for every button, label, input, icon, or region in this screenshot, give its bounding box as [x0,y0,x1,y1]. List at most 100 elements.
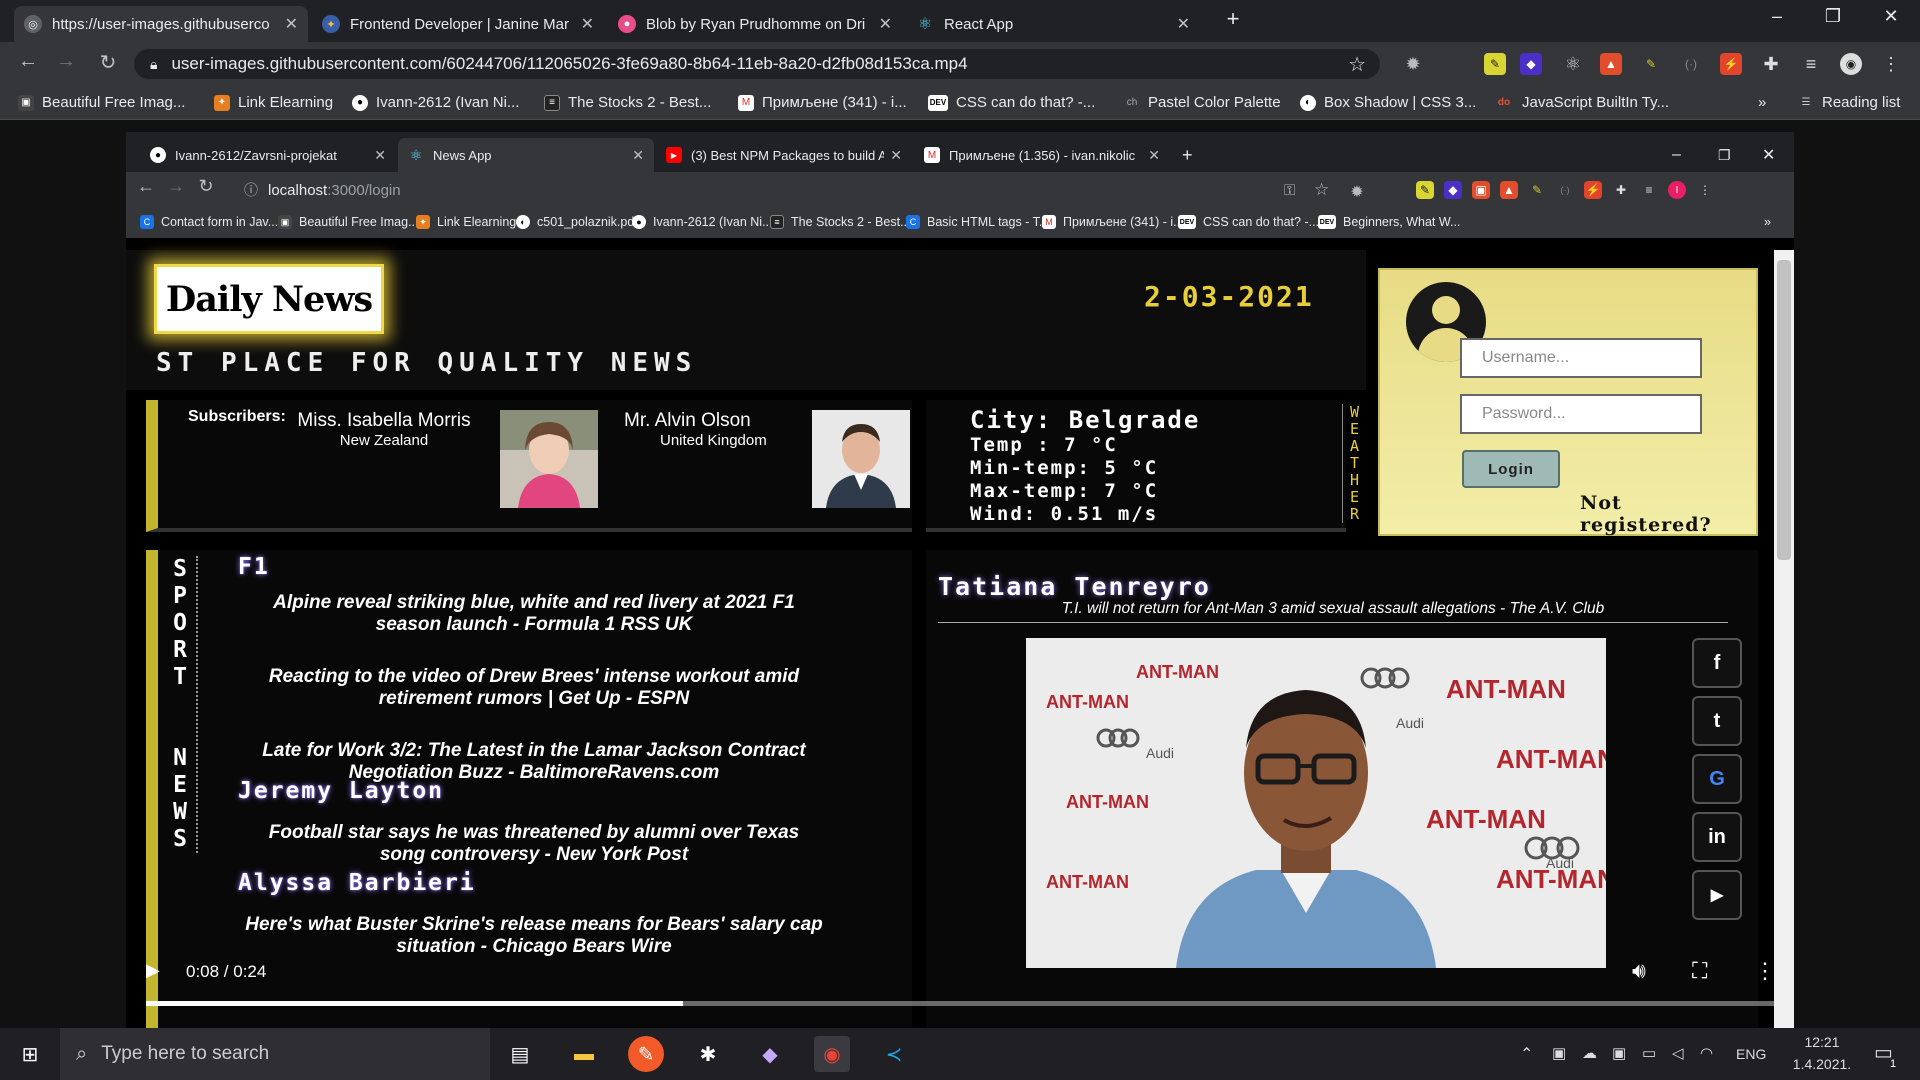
minimize-button[interactable]: – [1762,6,1792,27]
bookmark-item[interactable]: ◐ Box Shadow | CSS 3... [1300,94,1476,111]
close-icon[interactable]: ✕ [890,147,902,164]
back-icon[interactable]: ← [132,176,160,197]
slack-icon[interactable]: ✱ [690,1036,726,1072]
tray-chevron-icon[interactable]: ⌃ [1520,1044,1533,1064]
taskbar-search[interactable]: ⌕ Type here to search [60,1028,490,1080]
tray-app-icon[interactable]: ▣ [1612,1044,1626,1062]
bookmarks-overflow-button[interactable]: » [1758,94,1766,111]
inner-address-bar[interactable]: ⓘ localhost:3000/login ⚿ ☆ [244,177,1444,203]
bookmark-item[interactable]: DEV CSS can do that? -... [1178,215,1319,229]
extension-icon[interactable]: ▲ [1600,53,1622,75]
outer-tab-video[interactable]: ◎ https://user-images.githubuserco ✕ [14,6,308,42]
chrome-icon[interactable]: ◉ [814,1036,850,1072]
bookmark-item[interactable]: C Contact form in Jav... [140,215,278,229]
highlighter-extension-icon[interactable]: ✎ [1416,181,1434,199]
bookmark-item[interactable]: ▣ Beautiful Free Imag... [18,94,185,111]
bookmark-item[interactable]: ✦ Link Elearning [214,94,333,111]
site-logo[interactable]: Daily News [154,264,384,334]
google-icon[interactable]: G [1692,754,1742,804]
file-explorer-icon[interactable]: ▬ [566,1036,602,1072]
bookmark-item[interactable]: M Примљене (341) - i... [738,94,907,111]
profile-avatar[interactable]: ◉ [1840,53,1862,75]
bookmark-item[interactable]: ≡ The Stocks 2 - Best... [770,215,911,229]
key-icon[interactable]: ⚿ [1284,182,1295,199]
close-icon[interactable]: ✕ [285,14,298,34]
extension-icon[interactable]: ⚡ [1720,53,1742,75]
outer-tab-janine[interactable]: ✦ Frontend Developer | Janine Mar ✕ [312,6,604,42]
puzzle-icon[interactable]: ✚ [1612,181,1630,199]
extension-icon[interactable]: ▣ [1472,181,1490,199]
react-devtools-icon[interactable]: ⚛ [1562,53,1584,75]
media-icon[interactable]: ≡ [1800,53,1822,75]
settings-extension-icon[interactable]: ✹ [1346,181,1368,203]
css-extension-icon[interactable]: ✎ [1640,53,1662,75]
vscode-icon[interactable]: ≺ [876,1036,912,1072]
close-icon[interactable]: ✕ [1148,147,1160,164]
twitter-icon[interactable]: t [1692,696,1742,746]
extension-icon[interactable]: ◆ [1444,181,1462,199]
sport-article[interactable]: Here's what Buster Skrine's release mean… [244,914,824,958]
more-options-icon[interactable]: ⋮ [1754,958,1776,984]
extension-icon[interactable]: ⚡ [1584,181,1602,199]
bookmark-item[interactable]: ● Ivann-2612 (Ivan Ni... [352,94,519,111]
menu-icon[interactable]: ⋮ [1696,181,1714,199]
language-indicator[interactable]: ENG [1736,1046,1766,1062]
settings-extension-icon[interactable]: ✹ [1402,53,1424,75]
puzzle-icon[interactable]: ✚ [1760,53,1782,75]
reload-icon[interactable]: ↻ [192,176,220,197]
maximize-button[interactable]: ❐ [1708,138,1741,172]
git-kraken-icon[interactable]: ◆ [752,1036,788,1072]
sport-article[interactable]: Alpine reveal striking blue, white and r… [244,592,824,636]
reload-icon[interactable]: ↻ [94,50,122,75]
bookmark-item[interactable]: ◐ c501_polaznik.pdf [516,215,638,229]
maximize-button[interactable]: ❐ [1818,6,1848,27]
postman-icon[interactable]: ✎ [628,1036,664,1072]
back-icon[interactable]: ← [14,50,42,73]
extension-icon[interactable]: (·) [1680,53,1702,75]
forward-icon[interactable]: → [52,50,80,73]
bookmark-item[interactable]: DEV CSS can do that? -... [928,94,1095,111]
windows-start-icon[interactable]: ⊞ [12,1036,48,1072]
username-input[interactable]: Username... [1460,338,1702,378]
login-button[interactable]: Login [1462,450,1560,488]
bookmark-item[interactable]: ✦ Link Elearning [416,215,516,229]
sport-article[interactable]: Reacting to the video of Drew Brees' int… [244,666,824,710]
bookmark-item[interactable]: ch Pastel Color Palette [1124,94,1281,111]
forward-icon[interactable]: → [162,176,190,197]
clock-time[interactable]: 12:21 [1792,1034,1852,1050]
star-icon[interactable]: ☆ [1314,180,1329,200]
speaker-icon[interactable]: ◁ [1672,1044,1684,1062]
outer-address-bar[interactable]: 🔒︎ user-images.githubusercontent.com/602… [134,49,1380,79]
close-icon[interactable]: ✕ [1177,14,1190,34]
close-icon[interactable]: ✕ [879,14,892,34]
highlighter-extension-icon[interactable]: ✎ [1484,53,1506,75]
task-view-icon[interactable]: ▤ [502,1036,538,1072]
extension-icon[interactable]: ◆ [1520,53,1542,75]
wifi-icon[interactable]: ◠ [1700,1044,1713,1062]
tray-app-icon[interactable]: ▣ [1552,1044,1566,1062]
scrollbar-thumb[interactable] [1777,260,1791,560]
battery-icon[interactable]: ▭ [1642,1044,1656,1062]
minimize-button[interactable]: – [1662,138,1691,172]
bookmark-item[interactable]: C Basic HTML tags - T... [906,215,1049,229]
new-tab-button[interactable]: + [1172,138,1202,172]
close-icon[interactable]: ✕ [581,14,594,34]
profile-avatar[interactable]: I [1668,181,1686,199]
bookmark-item[interactable]: M Примљене (341) - i... [1042,215,1184,229]
media-icon[interactable]: ≡ [1640,181,1658,199]
outer-tab-dribbble[interactable]: ● Blob by Ryan Prudhomme on Dri ✕ [608,6,902,42]
bookmark-item[interactable]: do JavaScript BuiltIn Ty... [1494,94,1669,111]
reading-list-button[interactable]: ☰ Reading list [1798,94,1901,111]
star-icon[interactable]: ☆ [1348,52,1366,77]
featured-headline[interactable]: T.I. will not return for Ant-Man 3 amid … [938,600,1728,623]
close-icon[interactable]: ✕ [632,147,644,164]
bookmark-item[interactable]: ▣ Beautiful Free Imag... [278,215,419,229]
css-extension-icon[interactable]: ✎ [1528,181,1546,199]
extension-icon[interactable]: (·) [1556,181,1574,199]
menu-icon[interactable]: ⋮ [1880,53,1902,75]
bookmark-item[interactable]: ≡ The Stocks 2 - Best... [544,94,711,111]
facebook-icon[interactable]: f [1692,638,1742,688]
bookmarks-overflow-button[interactable]: » [1764,215,1771,229]
linkedin-icon[interactable]: in [1692,812,1742,862]
close-icon[interactable]: ✕ [374,147,386,164]
